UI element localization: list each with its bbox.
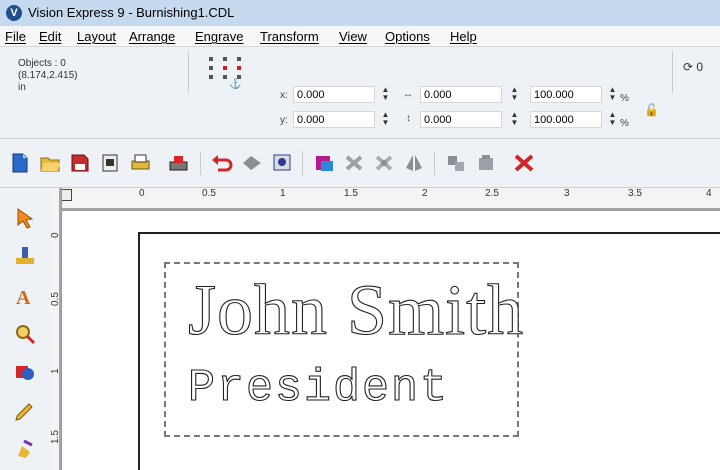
view-icon[interactable]	[270, 152, 294, 174]
menu-file[interactable]: File	[5, 29, 26, 44]
menu-view[interactable]: View	[339, 29, 367, 44]
ruler-ticks	[59, 188, 61, 470]
anchor-grid[interactable]: ⚓	[209, 57, 255, 90]
menu-engrave[interactable]: Engrave	[195, 29, 243, 44]
x-label: x:	[280, 90, 288, 101]
y-position-field[interactable]: 0.000	[293, 111, 375, 128]
title-bar: V Vision Express 9 - Burnishing1.CDL	[0, 0, 720, 27]
width-field[interactable]: 0.000	[420, 86, 502, 103]
menu-layout[interactable]: Layout	[77, 29, 116, 44]
property-bar: Objects : 0 (8.174,2.415) in ⚓ x: 0.000 …	[0, 47, 720, 139]
vertical-ruler: 0 0.5 1 1.5	[50, 188, 62, 470]
combine-icon[interactable]	[474, 152, 498, 174]
new-file-icon[interactable]	[8, 152, 32, 174]
width-spinner[interactable]: ▲ ▼	[510, 86, 519, 103]
title-text[interactable]: President	[187, 363, 449, 414]
menu-arrange[interactable]: Arrange	[129, 29, 175, 44]
selection-info: Objects : 0 (8.174,2.415) in	[18, 58, 78, 94]
name-text[interactable]: John Smith	[187, 269, 524, 350]
menu-bar: File Edit Layout Arrange Engrave Transfo…	[0, 26, 720, 47]
app-icon[interactable]: V	[6, 5, 22, 21]
group-icon[interactable]	[312, 152, 336, 174]
ruler-label: 1.5	[344, 188, 358, 199]
separator	[302, 151, 303, 175]
delete-icon[interactable]	[512, 152, 536, 174]
text-tool-icon[interactable]: A	[12, 284, 38, 308]
weld-icon[interactable]	[444, 152, 468, 174]
height-icon: ↕	[406, 113, 411, 124]
y-label: y:	[280, 115, 288, 126]
separator	[434, 151, 435, 175]
lock-icon[interactable]: 🔓	[644, 103, 659, 117]
ruler-label: 4	[706, 188, 712, 199]
percent-label: %	[620, 93, 629, 104]
save-file-icon[interactable]	[68, 152, 92, 174]
svg-text:A: A	[16, 287, 31, 308]
scale-height-spinner[interactable]: ▲ ▼	[608, 111, 617, 128]
ruler-label: 3.5	[628, 188, 642, 199]
ruler-label: 3	[564, 188, 570, 199]
separator	[672, 51, 673, 93]
scale-height-field[interactable]: 100.000	[530, 111, 602, 128]
tool-palette: A	[0, 188, 51, 470]
redo-icon[interactable]	[240, 152, 264, 174]
rotate-icon: ⟳	[683, 60, 697, 74]
ruler-label: 0.5	[50, 292, 61, 306]
units-label: in	[18, 82, 26, 93]
undo-icon[interactable]	[210, 152, 234, 174]
objects-count: Objects : 0	[18, 58, 66, 69]
ruler-label: 2	[422, 188, 428, 199]
ruler-label: 2.5	[485, 188, 499, 199]
ungroup-icon[interactable]	[342, 152, 366, 174]
import-icon[interactable]	[98, 152, 122, 174]
rotation-control[interactable]: ⟳ 0	[683, 60, 703, 74]
menu-options[interactable]: Options	[385, 29, 430, 44]
ruler-label: 0.5	[202, 188, 216, 199]
break-apart-icon[interactable]	[372, 152, 396, 174]
ruler-label: 0	[50, 232, 61, 238]
anchor-icon: ⚓	[229, 79, 242, 90]
node-edit-icon[interactable]	[12, 244, 38, 268]
x-spinner[interactable]: ▲ ▼	[381, 86, 390, 103]
height-spinner[interactable]: ▲ ▼	[510, 111, 519, 128]
engrave-machine-icon[interactable]	[166, 152, 190, 174]
fill-tool-icon[interactable]	[12, 438, 38, 462]
menu-edit[interactable]: Edit	[39, 29, 61, 44]
separator	[200, 151, 201, 175]
print-icon[interactable]	[128, 152, 152, 174]
ruler-label: 1.5	[50, 430, 61, 444]
scale-width-spinner[interactable]: ▲ ▼	[608, 86, 617, 103]
cursor-position: (8.174,2.415)	[18, 70, 78, 81]
menu-transform[interactable]: Transform	[260, 29, 319, 44]
zoom-tool-icon[interactable]	[12, 322, 38, 346]
width-icon: ↔	[403, 89, 413, 100]
horizontal-ruler: 0 0.5 1 1.5 2 2.5 3 3.5 4	[61, 188, 720, 211]
percent-label-2: %	[620, 118, 629, 129]
shape-tool-icon[interactable]	[12, 360, 38, 384]
scale-width-field[interactable]: 100.000	[530, 86, 602, 103]
mirror-icon[interactable]	[402, 152, 426, 174]
ruler-ticks	[61, 208, 720, 210]
open-file-icon[interactable]	[38, 152, 62, 174]
rotation-value[interactable]: 0	[696, 60, 703, 74]
menu-help[interactable]: Help	[450, 29, 477, 44]
window-title: Vision Express 9 - Burnishing1.CDL	[28, 5, 235, 20]
separator	[188, 51, 189, 93]
pen-tool-icon[interactable]	[12, 400, 38, 424]
ruler-label: 0	[139, 188, 145, 199]
y-spinner[interactable]: ▲ ▼	[381, 111, 390, 128]
x-position-field[interactable]: 0.000	[293, 86, 375, 103]
height-field[interactable]: 0.000	[420, 111, 502, 128]
main-toolbar	[0, 139, 720, 188]
select-arrow-icon[interactable]	[12, 206, 38, 230]
ruler-label: 1	[50, 368, 61, 374]
ruler-label: 1	[280, 188, 286, 199]
